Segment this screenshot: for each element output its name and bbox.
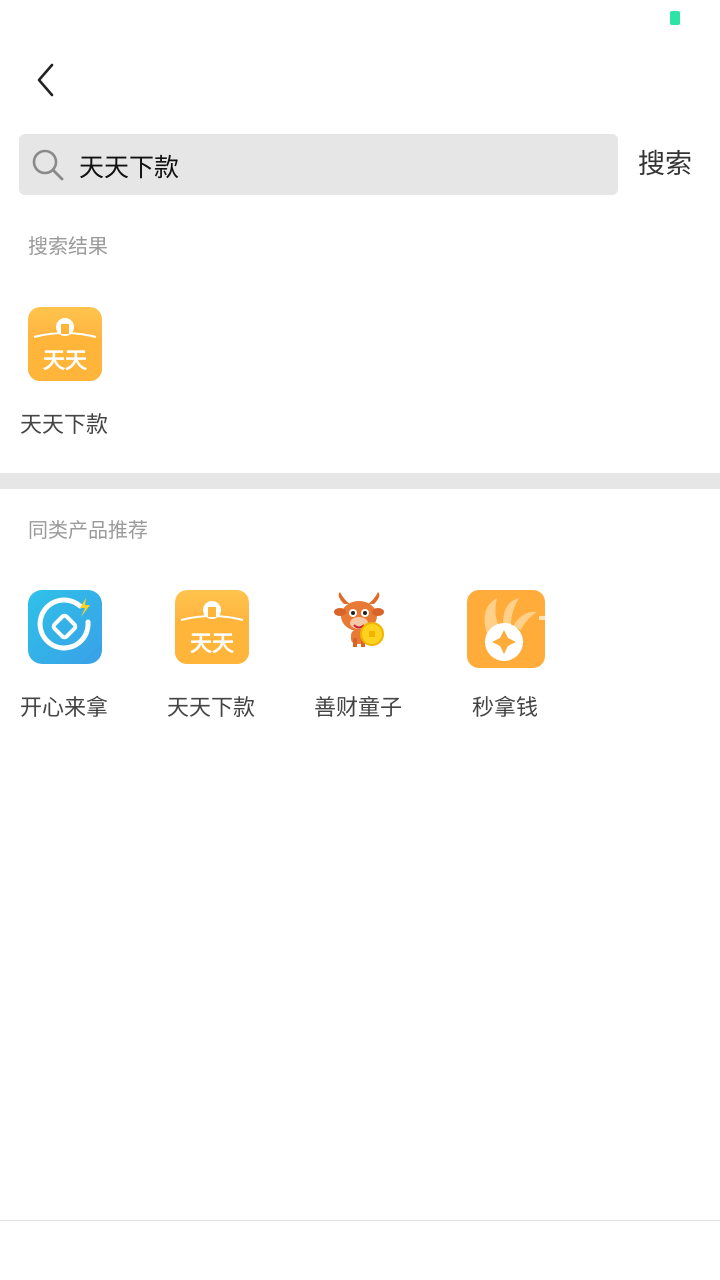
app-label: 天天下款 <box>166 696 255 721</box>
search-input[interactable] <box>77 142 601 189</box>
battery-icon <box>670 11 680 25</box>
app-label: 善财童子 <box>313 696 402 721</box>
search-button[interactable]: 搜索 <box>638 144 692 186</box>
recommend-item-miaonaqian[interactable]: 秒拿钱 <box>449 590 561 740</box>
tiantian-app-icon: 天天 <box>175 590 249 664</box>
search-results-title: 搜索结果 <box>28 234 108 258</box>
search-bar <box>19 134 618 195</box>
recommend-item-tiantian[interactable]: 天天 天天下款 <box>155 590 267 740</box>
app-label: 秒拿钱 <box>471 696 538 721</box>
recommend-item-kaixinlaina[interactable]: 开心来拿 <box>8 590 120 740</box>
recommend-item-shancaitongzi[interactable]: 善财童子 <box>302 590 414 740</box>
back-button[interactable] <box>26 56 66 104</box>
svg-text:天天: 天天 <box>190 632 235 657</box>
miaonaqian-app-icon <box>467 590 545 668</box>
app-label: 开心来拿 <box>19 696 108 721</box>
section-divider <box>0 473 720 489</box>
shancaitongzi-app-icon <box>322 590 396 664</box>
chevron-left-icon <box>37 63 54 97</box>
status-bar <box>0 0 720 40</box>
svg-text:天天: 天天 <box>43 349 88 374</box>
bottom-divider <box>0 1220 720 1221</box>
app-label: 天天下款 <box>19 413 108 438</box>
result-item-tiantian[interactable]: 天天 天天下款 <box>8 307 120 457</box>
kaixinlaina-app-icon <box>28 590 102 664</box>
search-icon <box>32 149 64 181</box>
tiantian-app-icon: 天天 <box>28 307 102 381</box>
recommend-title: 同类产品推荐 <box>28 518 148 542</box>
